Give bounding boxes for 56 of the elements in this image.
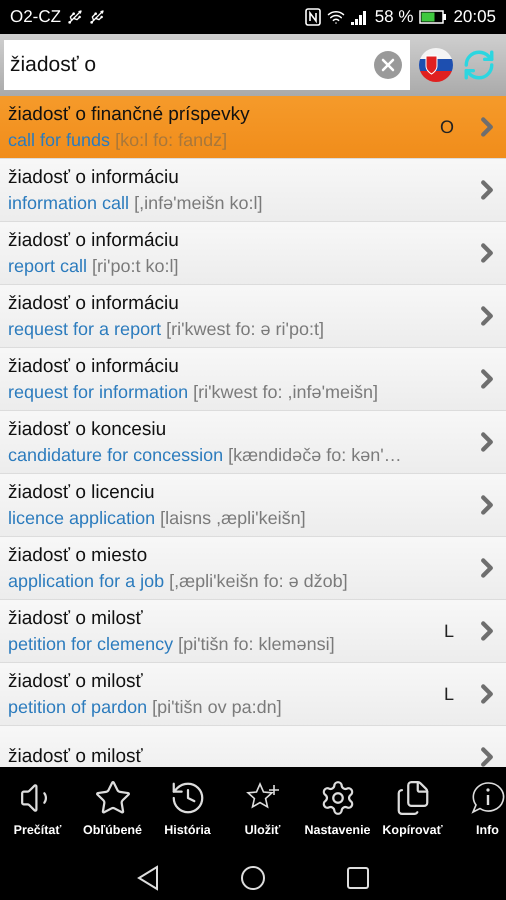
headword: žiadosť o informáciu	[8, 292, 180, 314]
headword: žiadosť o koncesiu	[8, 418, 168, 440]
nfc-icon	[304, 8, 321, 26]
toolbar-button[interactable]: Obľúbené	[75, 779, 150, 855]
translation: petition of pardon	[8, 696, 148, 718]
pronunciation: [,infə'meišn ko:l]	[134, 192, 263, 214]
toolbar-button[interactable]: Prečítať	[0, 779, 75, 855]
translation: application for a job	[8, 570, 164, 592]
translation: licence application	[8, 508, 156, 528]
clock: 20:05	[453, 7, 496, 27]
toolbar-button[interactable]: Kopírovať	[375, 779, 450, 855]
pronunciation: [ri'po:t ko:l]	[92, 256, 178, 276]
translation: call for funds	[8, 130, 110, 150]
translation: information call	[8, 192, 130, 214]
tag-label: L	[444, 620, 454, 642]
battery-icon	[419, 10, 448, 24]
carrier-name: O2-CZ	[10, 7, 61, 27]
usb-icon	[67, 9, 83, 25]
tag-label: O	[440, 116, 454, 138]
translation: petition for clemency	[8, 634, 174, 654]
translation: request for a report	[8, 318, 162, 340]
pronunciation: [pi'tišn fo: klemənsi]	[178, 634, 335, 654]
search-field[interactable]: žiadosť o	[4, 40, 410, 90]
pronunciation: [kændidəčə fo: kən'…	[228, 444, 402, 466]
headword: žiadosť o milosť	[8, 670, 144, 692]
headword: žiadosť o milosť	[8, 746, 144, 767]
back-button[interactable]	[136, 864, 160, 890]
headword: žiadosť o finančné príspevky	[8, 104, 251, 126]
pronunciation: [ri'kwest fo: ,infə'meišn]	[193, 382, 378, 402]
wifi-icon	[326, 8, 345, 26]
headword: žiadosť o milosť	[8, 608, 144, 630]
pronunciation: [ri'kwest fo: ə ri'po:t]	[166, 318, 324, 340]
headword: žiadosť o miesto	[8, 544, 148, 566]
recents-button[interactable]	[346, 866, 370, 890]
toolbar-button[interactable]: Uložiť	[225, 779, 300, 855]
translation: report call	[8, 256, 88, 276]
headword: žiadosť o informáciu	[8, 230, 180, 252]
pronunciation: [laisns ,æpli'keišn]	[160, 508, 306, 528]
flag-icon[interactable]	[418, 47, 454, 83]
translation: candidature for concession	[8, 444, 224, 466]
translation: request for information	[8, 382, 188, 402]
pronunciation: [ko:l fo: fandz]	[115, 130, 228, 150]
headword: žiadosť o informáciu	[8, 166, 180, 188]
headword: žiadosť o informáciu	[8, 356, 180, 378]
signal-icon	[350, 9, 369, 25]
headword: žiadosť o licenciu	[8, 482, 156, 504]
tag-label: L	[444, 684, 454, 704]
toolbar-button[interactable]: História	[150, 779, 225, 855]
usb-icon	[89, 9, 105, 25]
pronunciation: [pi'tišn ov pa:dn]	[152, 696, 282, 718]
toolbar-button[interactable]: Nastavenie	[300, 779, 375, 855]
battery-percent: 58 %	[374, 7, 414, 27]
home-button[interactable]	[240, 864, 266, 890]
result-row[interactable]: žiadosť o finančné príspevky call for funds [ko:l fo: fandz] O	[0, 96, 506, 159]
pronunciation: [,æpli'keišn fo: ə džob]	[169, 570, 348, 592]
toolbar-button[interactable]: Info	[450, 779, 506, 855]
